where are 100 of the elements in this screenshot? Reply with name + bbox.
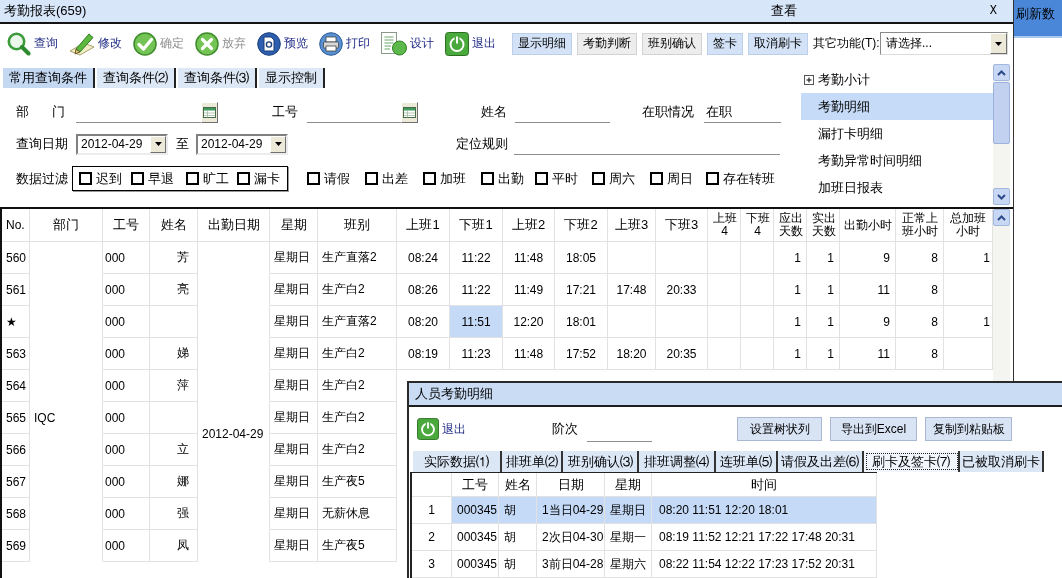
table-cell: 星期日: [270, 370, 318, 402]
close-button[interactable]: X: [987, 4, 999, 18]
list-item[interactable]: 考勤小计: [801, 66, 993, 93]
date-dropdown[interactable]: 2012-04-29: [76, 133, 168, 155]
field-label: 查询日期: [16, 135, 68, 153]
column-header: 上班3: [608, 209, 656, 242]
toolbar-button[interactable]: 查询: [7, 31, 58, 56]
tab[interactable]: 实际数据⑴: [413, 451, 502, 472]
scrollbar[interactable]: [993, 64, 1010, 205]
checkbox[interactable]: [307, 172, 320, 185]
toolbar-button[interactable]: 打印: [319, 31, 370, 56]
toolbar-button[interactable]: 班别确认: [642, 32, 702, 55]
table-cell: 08:26: [397, 274, 450, 306]
table-row[interactable]: 000345 胡 2次日04-30 星期一 08:19 11:52 12:21 17:22 17:48 20:31: [452, 524, 877, 551]
checkbox[interactable]: [650, 172, 663, 185]
column-header: 星期: [270, 209, 318, 242]
table-cell: [150, 306, 198, 338]
table-row[interactable]: 000345 胡 1当日04-29 星期日 08:20 11:51 12:20 18:01: [452, 497, 877, 524]
table-cell: 星期日: [270, 306, 318, 338]
checkbox[interactable]: [592, 172, 605, 185]
table-cell: 强: [150, 498, 198, 530]
scroll-up-button[interactable]: [993, 64, 1010, 81]
checkbox[interactable]: [365, 172, 378, 185]
checkbox-label: 漏卡: [254, 169, 280, 188]
column-header: 应出天数: [774, 209, 807, 242]
checkbox[interactable]: [423, 172, 436, 185]
tab[interactable]: 排班单⑵: [502, 451, 563, 472]
table-cell: 17:52: [555, 338, 608, 370]
table-cell: 生产白2: [318, 370, 397, 402]
table-cell: 1: [807, 306, 840, 338]
tab[interactable]: 请假及出差⑹: [778, 451, 864, 472]
checkbox[interactable]: [237, 172, 250, 185]
scroll-down-button[interactable]: [993, 188, 1010, 205]
table-cell: 星期日: [270, 274, 318, 306]
tab[interactable]: 查询条件⑶: [178, 68, 257, 88]
tab[interactable]: 班别确认⑶: [563, 451, 639, 472]
column-header: 上班1: [397, 209, 450, 242]
table-cell: 08:20 11:51 12:20 18:01: [652, 497, 877, 524]
table-row[interactable]: 000345 胡 3前日04-28 星期六 08:22 11:54 12:22 17:23 17:52 20:31: [452, 551, 877, 578]
table-cell: 568: [2, 498, 30, 530]
table-cell: 1: [807, 242, 840, 274]
tab[interactable]: 刷卡及签卡⑺: [864, 451, 960, 472]
list-item[interactable]: 漏打卡明细: [801, 120, 993, 147]
table-cell: 胡: [499, 551, 537, 578]
toolbar-button[interactable]: 退出: [445, 31, 496, 56]
table-cell: 000: [103, 498, 150, 530]
input-field[interactable]: 在职: [704, 101, 781, 123]
table-cell: 星期日: [270, 498, 318, 530]
date-dropdown[interactable]: 2012-04-29: [196, 133, 288, 155]
table-cell: [741, 306, 774, 338]
table-cell: 18:20: [608, 338, 656, 370]
function-dropdown[interactable]: 请选择...: [880, 32, 1008, 55]
toolbar-button[interactable]: 显示明细: [512, 32, 572, 55]
toolbar-button[interactable]: 考勤判断: [577, 32, 637, 55]
tab[interactable]: 常用查询条件: [3, 68, 95, 88]
tab[interactable]: 查询条件⑵: [97, 68, 176, 88]
dialog-button[interactable]: 导出到Excel: [830, 417, 917, 441]
checkbox[interactable]: [79, 172, 92, 185]
checkbox[interactable]: [131, 172, 144, 185]
table-cell: 11:48: [503, 338, 555, 370]
toolbar-button[interactable]: 设计: [381, 31, 434, 56]
checkbox[interactable]: [535, 172, 548, 185]
table-cell: 18:05: [555, 242, 608, 274]
scroll-thumb[interactable]: [993, 82, 1010, 144]
dialog-button[interactable]: 复制到粘贴板: [925, 417, 1012, 441]
table-cell: 8: [896, 338, 944, 370]
table-cell: 星期一: [605, 524, 652, 551]
table-cell: 564: [2, 370, 30, 402]
table-cell: 胡: [499, 497, 537, 524]
table-cell: [656, 242, 708, 274]
list-item[interactable]: 考勤异常时间明细: [801, 147, 993, 174]
toolbar-button[interactable]: 预览: [257, 31, 308, 56]
toolbar-button[interactable]: 修改: [69, 31, 122, 56]
tab[interactable]: 连班单⑸: [716, 451, 778, 472]
table-cell: 17:48: [608, 274, 656, 306]
dialog-button[interactable]: 设置树状列: [737, 417, 822, 441]
list-item[interactable]: 加班日报表: [801, 174, 993, 201]
lookup-button[interactable]: [401, 102, 418, 123]
table-cell: 胡: [499, 524, 537, 551]
checkbox[interactable]: [481, 172, 494, 185]
checkbox[interactable]: [706, 172, 719, 185]
refresh-data-button[interactable]: 刷新数: [1014, 0, 1062, 38]
table-cell: [150, 402, 198, 434]
scroll-up-button[interactable]: [993, 209, 1010, 226]
checkbox[interactable]: [186, 172, 199, 185]
check-circle-icon: [133, 31, 157, 56]
exit-button[interactable]: 退出: [417, 418, 466, 440]
table-cell: 星期日: [605, 497, 652, 524]
table-cell: 20:35: [656, 338, 708, 370]
toolbar-button[interactable]: 取消刷卡: [748, 32, 808, 55]
tab[interactable]: 已被取消刷卡: [960, 451, 1044, 472]
field-label: 部 门: [16, 103, 70, 121]
view-menu[interactable]: 查看: [770, 2, 797, 20]
table-cell: 生产夜5: [318, 530, 397, 562]
checkbox-label: 平时: [552, 169, 578, 188]
lookup-button[interactable]: [201, 102, 218, 123]
tab[interactable]: 排班调整⑷: [639, 451, 716, 472]
list-item[interactable]: 考勤明细: [801, 93, 993, 120]
tab[interactable]: 显示控制: [259, 68, 325, 88]
toolbar-button[interactable]: 签卡: [707, 32, 743, 55]
